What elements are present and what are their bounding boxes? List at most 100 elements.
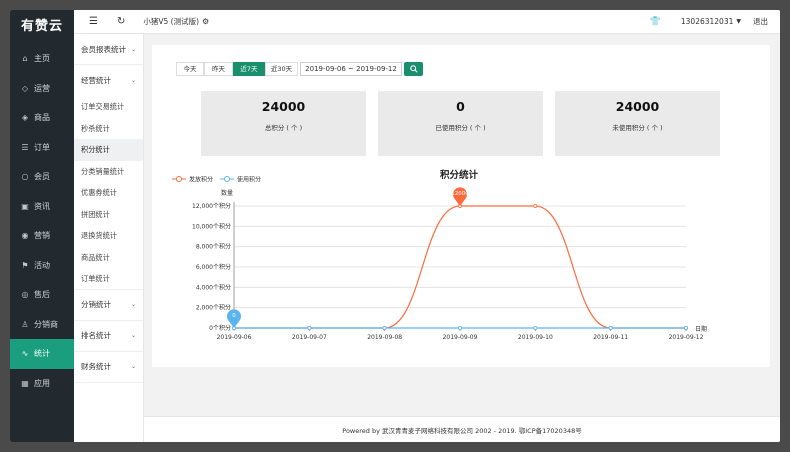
y-tick-label: 12,000个积分 (192, 202, 231, 210)
chevron-down-icon: ⌄ (130, 77, 136, 84)
subnav-group-finance[interactable]: 财务统计 ⌄ (74, 352, 143, 383)
subnav-item-coupons[interactable]: 优惠券统计 (74, 182, 143, 204)
chevron-down-icon: ⌄ (130, 45, 136, 53)
chevron-down-icon[interactable]: ▼ (736, 18, 741, 25)
stat-label: 已使用积分 ( 个 ) (435, 124, 486, 132)
sidebar-item-members[interactable]: ○ 会员 (10, 162, 74, 192)
sidebar-item-label: 应用 (34, 378, 50, 388)
stat-card-used-points: 0 已使用积分 ( 个 ) (378, 91, 543, 156)
search-button[interactable] (404, 62, 423, 76)
sidebar-item-label: 订单 (34, 142, 50, 152)
legend-marker (224, 176, 230, 182)
sidebar-item-orders[interactable]: ☰ 订单 (10, 133, 74, 163)
sidebar-item-label: 营销 (34, 231, 50, 241)
range-yesterday-button[interactable]: 昨天 (204, 62, 233, 76)
sidebar-item-activities[interactable]: ⚑ 活动 (10, 251, 74, 281)
sidebar-item-apps[interactable]: ▦ 应用 (10, 369, 74, 399)
subnav-group-label: 经营统计 (81, 76, 111, 85)
y-tick-label: 0个积分 (209, 324, 231, 332)
subnav-item-group-buy[interactable]: 拼团统计 (74, 204, 143, 226)
subnav-group-label: 分销统计 (81, 300, 111, 309)
subnav-item-order-trade[interactable]: 订单交易统计 (74, 96, 143, 118)
subnav-item-returns[interactable]: 退换货统计 (74, 225, 143, 247)
sidebar-item-products[interactable]: ◈ 商品 (10, 103, 74, 133)
range-7days-button[interactable]: 近7天 (233, 62, 265, 76)
range-30days-button[interactable]: 近30天 (265, 62, 298, 76)
x-tick-label: 2019-09-07 (292, 334, 327, 341)
app-logo: 有赞云 (20, 19, 63, 34)
subnav-item-orders[interactable]: 订单统计 (74, 268, 143, 290)
chart-title: 积分统计 (440, 169, 479, 181)
subnav-item-category-sales[interactable]: 分类销量统计 (74, 161, 143, 183)
store-name: 小猪V5 (测试版) (143, 17, 199, 26)
subnav-group-operations[interactable]: 经营统计 ⌄ (74, 65, 143, 96)
x-tick-label: 2019-09-12 (669, 334, 704, 341)
sidebar-item-label: 会员 (34, 172, 50, 182)
sidebar-item-news[interactable]: ▣ 资讯 (10, 192, 74, 222)
sidebar-item-label: 主页 (34, 54, 50, 64)
subnav-item-points[interactable]: 积分统计 (74, 139, 143, 161)
app-frame: 有赞云 ⌂ 主页 ◇ 运营 ◈ 商品 ☰ 订单 ○ 会员 ▣ 资讯 ◉ 营销 ⚑ 活动 ◎ 售后 … (10, 10, 780, 442)
chevron-down-icon: ⌄ (130, 301, 136, 308)
data-point (382, 325, 387, 330)
stat-label: 总积分 ( 个 ) (264, 124, 303, 132)
coin-icon: ◉ (21, 231, 29, 241)
gear-icon[interactable]: ⚙ (202, 17, 209, 26)
subnav-group-member-report[interactable]: 会员报表统计 ⌄ (74, 34, 143, 65)
y-axis-label: 数量 (221, 189, 233, 197)
stat-card-total-points: 24000 总积分 ( 个 ) (201, 91, 366, 156)
date-range-input[interactable]: 2019-09-06 ~ 2019-09-12 (300, 62, 402, 76)
chevron-down-icon: ⌄ (130, 363, 136, 370)
stat-card-unused-points: 24000 未使用积分 ( 个 ) (555, 91, 720, 156)
subnav-item-flash-sale[interactable]: 秒杀统计 (74, 118, 143, 140)
range-today-button[interactable]: 今天 (176, 62, 204, 76)
sidebar-nav: ⌂ 主页 ◇ 运营 ◈ 商品 ☰ 订单 ○ 会员 ▣ 资讯 ◉ 营销 ⚑ 活动 ◎ 售后 ♙ 分销商… (10, 44, 74, 398)
sidebar-item-label: 活动 (34, 260, 50, 270)
sidebar-item-distributors[interactable]: ♙ 分销商 (10, 310, 74, 340)
tag-icon: ◈ (21, 113, 29, 123)
news-icon: ▣ (21, 201, 29, 211)
subnav-group-ranking[interactable]: 排名统计 ⌄ (74, 321, 143, 352)
subnav-item-products[interactable]: 商品统计 (74, 247, 143, 269)
sidebar: 有赞云 ⌂ 主页 ◇ 运营 ◈ 商品 ☰ 订单 ○ 会员 ▣ 资讯 ◉ 营销 ⚑ 活动 ◎ 售后 … (10, 10, 74, 442)
user-icon: ○ (21, 172, 29, 182)
max-pin-label: 12000 (451, 191, 469, 197)
subnav-group-label: 排名统计 (81, 331, 111, 340)
footer-powered: Powered by 武汉青青麦子网络科技有限公司 2002 - 2019. 鄂… (342, 426, 582, 435)
person-icon: ♙ (21, 319, 29, 329)
sub-navigation: 会员报表统计 ⌄ 经营统计 ⌄ 订单交易统计 秒杀统计 积分统计 分类销量统计 优惠… (74, 34, 144, 442)
pulse-icon: ∿ (21, 349, 29, 359)
x-tick-label: 2019-09-11 (593, 334, 628, 341)
x-tick-label: 2019-09-09 (443, 334, 478, 341)
sidebar-item-marketing[interactable]: ◉ 营销 (10, 221, 74, 251)
tshirt-icon[interactable]: 👕 (650, 17, 661, 27)
sidebar-item-statistics[interactable]: ∿ 统计 (10, 339, 74, 369)
data-point (533, 325, 538, 330)
sidebar-item-label: 售后 (34, 290, 50, 300)
sidebar-item-after-sales[interactable]: ◎ 售后 (10, 280, 74, 310)
sidebar-item-home[interactable]: ⌂ 主页 (10, 44, 74, 74)
max-pin-label: 0 (232, 313, 236, 319)
sidebar-item-label: 分销商 (34, 319, 58, 329)
account-name[interactable]: 13026312031 (681, 17, 734, 26)
stats-panel: 今天 昨天 近7天 近30天 2019-09-06 ~ 2019-09-12 2… (152, 45, 770, 367)
refresh-icon[interactable]: ↻ (117, 16, 125, 27)
stat-value: 24000 (615, 99, 660, 114)
y-tick-label: 4,000个积分 (196, 283, 231, 291)
legend-marker (176, 176, 182, 182)
list-icon: ☰ (21, 142, 29, 152)
x-tick-label: 2019-09-08 (367, 334, 402, 341)
data-point (457, 325, 462, 330)
points-line-chart: 积分统计发放积分 使用积分数量 0个积分 2,000个积分 4,000个积分 6,000个… (172, 169, 707, 341)
menu-toggle-icon[interactable]: ☰ (89, 16, 98, 27)
sidebar-item-label: 运营 (34, 83, 50, 93)
sidebar-item-operations[interactable]: ◇ 运营 (10, 74, 74, 104)
legend-label-1: 使用积分 (237, 176, 261, 184)
subnav-group-label: 会员报表统计 (81, 44, 126, 54)
logout-link[interactable]: 退出 (753, 16, 768, 27)
data-point (533, 204, 538, 209)
stat-value: 24000 (261, 99, 306, 114)
subnav-group-distribution[interactable]: 分销统计 ⌄ (74, 290, 143, 321)
house-icon: ⌂ (22, 54, 28, 64)
stat-label: 未使用积分 ( 个 ) (612, 124, 663, 132)
